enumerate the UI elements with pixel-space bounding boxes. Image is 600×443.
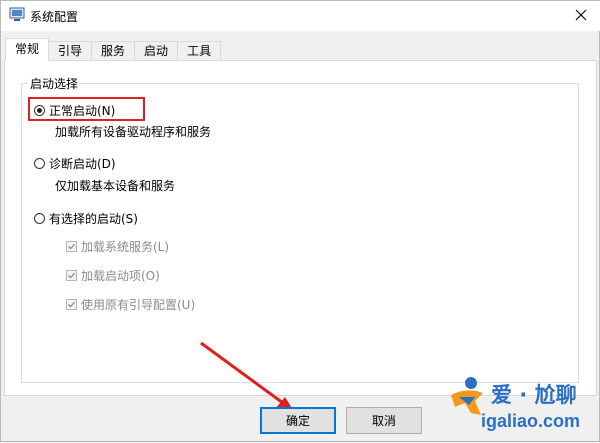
watermark: 爱 · 尬聊 igaliao.com — [441, 373, 600, 443]
checkbox-checked-icon — [66, 299, 77, 310]
system-config-window: 系统配置 常规 引导 服务 启动 工具 启动选择 正常启动(N) 加载所有设备驱… — [0, 0, 600, 442]
normal-startup-description: 加载所有设备驱动程序和服务 — [55, 125, 212, 139]
diagnostic-startup-description: 仅加载基本设备和服务 — [55, 179, 176, 193]
close-icon — [575, 9, 587, 24]
tab-startup[interactable]: 启动 — [134, 41, 179, 61]
tab-general[interactable]: 常规 — [5, 38, 50, 61]
selective-startup-radio[interactable]: 有选择的启动(S) — [34, 210, 138, 227]
load-system-services-checkbox[interactable]: 加载系统服务(L) — [66, 238, 169, 255]
load-startup-items-label: 加载启动项(O) — [81, 269, 160, 283]
highlight-annotation-box — [28, 97, 145, 121]
radio-unselected-icon — [34, 158, 45, 169]
tab-strip: 常规 引导 服务 启动 工具 — [5, 38, 222, 61]
tab-services[interactable]: 服务 — [91, 41, 136, 61]
system-config-icon — [9, 7, 26, 22]
checkbox-checked-icon — [66, 270, 77, 281]
watermark-brand: 爱 · 尬聊 — [491, 383, 577, 407]
startup-selection-legend: 启动选择 — [28, 75, 81, 92]
ok-button[interactable]: 确定 — [260, 407, 336, 434]
tab-boot[interactable]: 引导 — [48, 41, 93, 61]
diagnostic-startup-label: 诊断启动(D) — [49, 157, 116, 171]
load-startup-items-checkbox[interactable]: 加载启动项(O) — [66, 267, 160, 284]
radio-unselected-icon — [34, 213, 45, 224]
tab-tools[interactable]: 工具 — [177, 41, 222, 61]
window-title: 系统配置 — [30, 10, 79, 24]
cancel-button[interactable]: 取消 — [346, 407, 422, 434]
title-bar: 系统配置 — [1, 1, 600, 31]
diagnostic-startup-radio[interactable]: 诊断启动(D) — [34, 155, 116, 172]
use-original-boot-config-label: 使用原有引导配置(U) — [81, 298, 196, 312]
load-system-services-label: 加载系统服务(L) — [81, 240, 170, 254]
watermark-url: igaliao.com — [481, 411, 581, 431]
close-button[interactable] — [561, 1, 600, 31]
checkbox-checked-icon — [66, 241, 77, 252]
selective-startup-label: 有选择的启动(S) — [49, 212, 138, 226]
use-original-boot-config-checkbox[interactable]: 使用原有引导配置(U) — [66, 296, 195, 313]
